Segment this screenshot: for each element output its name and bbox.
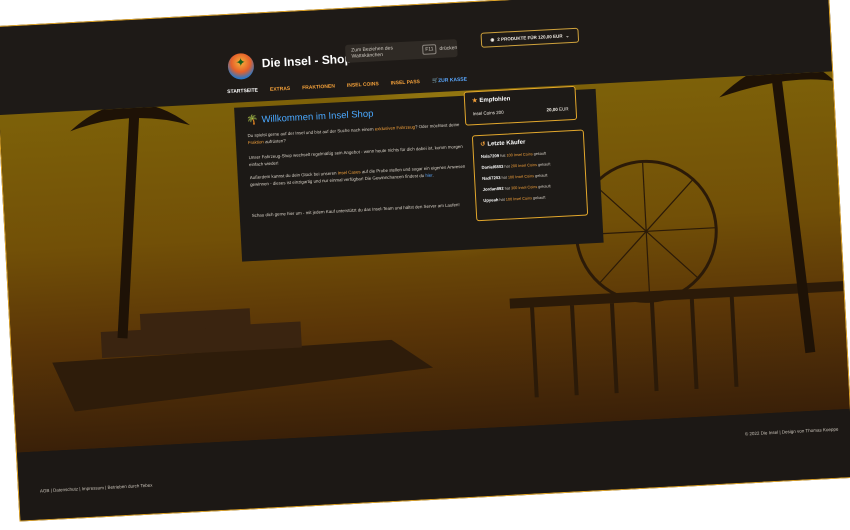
nav-fraktionen[interactable]: FRAKTIONEN [302,83,335,91]
cart-icon: ◉ [490,36,495,42]
recommended-title-text: Empfohlen [479,95,511,104]
nav-checkout[interactable]: 🛒ZUR KASSE [432,77,467,85]
price-value: 20,00 [546,106,558,113]
buyer-row: Nadi7203 hat 100 Insel Coins gekauft [481,171,578,181]
buyer-product: 300 Insel Coins [510,185,538,191]
copyright: © 2022 Die Insel | Design von Thomas Koe… [744,426,839,437]
star-icon: ★ [471,98,478,105]
text: gekauft [537,184,551,190]
exclusive-vehicle-link[interactable]: exklusiven Fahrzeug [375,124,415,131]
logo-icon[interactable]: ✦ [227,52,255,81]
faction-link[interactable]: Fraktion [248,139,264,145]
cart-button[interactable]: ◉ 2 PRODUKTE FÜR 120,00 EUR ⌄ [480,27,580,48]
buyer-name: Nala7209 [480,152,500,159]
palm-icon: 🌴 [246,114,259,127]
recent-buyers-title-text: Letzte Käufer [487,139,526,148]
nav-checkout-label: ZUR KASSE [437,76,468,85]
buyer-product: 100 Insel Coins [506,152,533,158]
text: gekauft [531,195,546,201]
main-nav: STARTSEITE EXTRAS FRAKTIONEN INSEL COINS… [227,77,467,96]
nav-extras[interactable]: EXTRAS [270,86,291,93]
nav-home[interactable]: STARTSEITE [227,88,258,96]
text: gekauft [536,162,551,168]
text: . [432,172,434,178]
buyer-product: 100 Insel Coins [505,196,533,202]
nav-insel-pass[interactable]: INSEL PASS [391,79,421,87]
price-currency: EUR [558,106,569,112]
buyer-product: 100 Insel Coins [507,174,535,180]
recommended-item[interactable]: Insel Coins 200 20,00 EUR [473,106,569,116]
text: gekauft [533,173,548,179]
buyer-name: Nadi7203 [481,174,501,181]
nav-insel-coins[interactable]: INSEL COINS [347,81,379,89]
buyer-product: 200 Insel Coins [510,163,538,169]
key-badge: F11 [422,44,437,55]
recent-buyers-title: ↺ Letzte Käufer [480,136,576,148]
recommended-card: ★ Empfohlen Insel Coins 200 20,00 EUR [463,85,578,126]
site-brand[interactable]: Die Insel - Shop [261,52,352,71]
text: ? Oder möchtest deine [414,122,460,130]
buyer-name: Daniel6803 [481,163,504,170]
history-icon: ↺ [480,141,486,148]
buyer-row: Nala7209 hat 100 Insel Coins gekauft [481,149,577,159]
chevron-down-icon: ⌄ [565,32,570,38]
recommended-price: 20,00 EUR [546,106,568,112]
recent-buyers-card: ↺ Letzte Käufer Nala7209 hat 100 Insel Co… [471,129,589,222]
buyer-row: Upyeah hat 100 Insel Coins gekauft [483,193,579,203]
buyer-row: Daniel6803 hat 200 Insel Coins gekauft [481,160,577,170]
buyer-row: Jordan892 hat 300 Insel Coins gekauft [483,182,579,192]
hint-suffix: drücken [439,45,458,52]
weather-hint: Zum Beziehen des Wattskänchen F11 drücke… [344,39,458,63]
recommended-item-name: Insel Coins 200 [472,109,504,117]
text: aufrüsten? [263,137,286,144]
buyer-name: Jordan892 [482,185,504,192]
cart-label: 2 PRODUKTE FÜR 120,00 EUR [497,33,563,42]
footer-links[interactable]: AGB | Datenschutz | Impressum | Betriebe… [40,483,153,494]
recommended-title: ★ Empfohlen [471,92,568,105]
text: gekauft [532,151,547,157]
hint-text: Zum Beziehen des Wattskänchen [351,45,394,60]
buyer-name: Upyeah [483,197,499,203]
insel-cases-link[interactable]: Insel Cases [338,169,361,175]
